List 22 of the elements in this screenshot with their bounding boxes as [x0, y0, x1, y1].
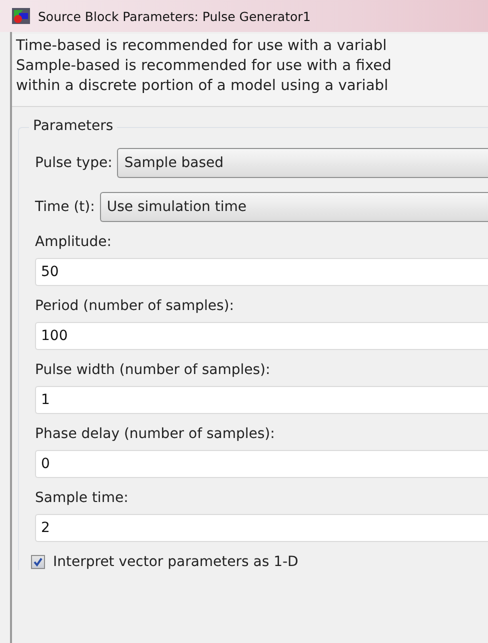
field-label: Amplitude:	[35, 234, 112, 250]
checkbox-label: Interpret vector parameters as 1-D	[53, 554, 298, 570]
description-text: Sample-based is recommended for use with a fixed	[16, 56, 392, 76]
dropdown[interactable]: Use simulation time	[100, 192, 488, 222]
input-field[interactable]: 100	[35, 322, 488, 350]
input-field[interactable]: 1	[35, 386, 488, 414]
field-label: Period (number of samples):	[35, 298, 235, 314]
block-diagram-icon	[12, 8, 30, 24]
input-field[interactable]: 2	[35, 514, 488, 542]
field-label: Pulse width (number of samples):	[35, 362, 272, 378]
field-label: Pulse type:	[35, 155, 112, 171]
input-field[interactable]: 0	[35, 450, 488, 478]
field-label: Time (t):	[35, 199, 95, 215]
field-label: Sample time:	[35, 490, 130, 506]
check-icon	[33, 557, 43, 567]
dropdown[interactable]: Sample based	[117, 148, 488, 178]
description-text: Time-based is recommended for use with a variabl	[16, 36, 388, 56]
description-text: within a discrete portion of a model using a variabl	[16, 76, 390, 96]
field-label: Phase delay (number of samples):	[35, 426, 276, 442]
window-title: Source Block Parameters: Pulse Generator1	[38, 8, 311, 24]
input-field[interactable]: 50	[35, 258, 488, 286]
checkbox[interactable]	[31, 555, 45, 569]
